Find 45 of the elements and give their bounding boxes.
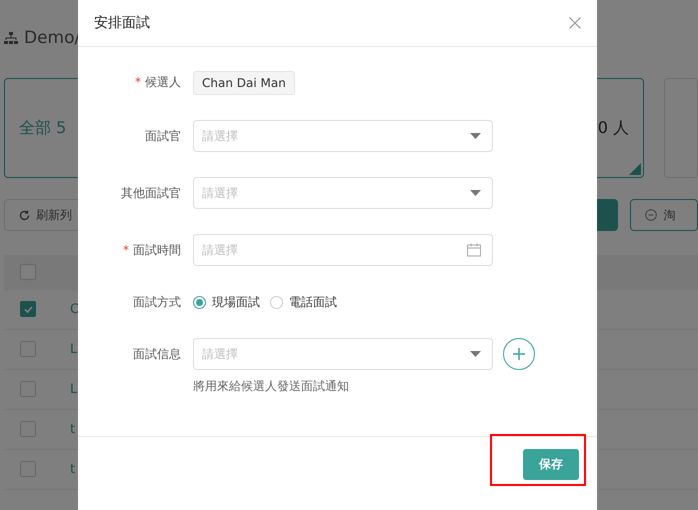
check-icon [24, 306, 32, 312]
table-cell: t [70, 462, 76, 476]
select-field[interactable]: 請選擇 [193, 177, 493, 209]
org-chart-icon [4, 32, 18, 44]
refresh-icon [19, 210, 30, 220]
table-cell: L [70, 382, 78, 396]
field-label: 其他面試官 [121, 185, 181, 202]
close-icon [569, 17, 581, 29]
add-button[interactable] [503, 338, 535, 370]
required-mark: * [123, 242, 129, 259]
corner-triangle-icon [629, 163, 641, 175]
caret-icon [470, 351, 481, 357]
close-button[interactable] [569, 17, 581, 29]
checkbox[interactable] [20, 264, 36, 280]
table-cell: L [70, 342, 78, 356]
table-cell: t [70, 422, 76, 436]
count-label: 全部 5 [19, 118, 66, 138]
caret-icon [470, 133, 481, 139]
radio-option[interactable]: 電話面試 [270, 294, 337, 310]
plus-icon [513, 348, 525, 360]
reject-button[interactable]: 淘 [630, 199, 698, 231]
calendar-icon [467, 244, 481, 256]
count-label: 0 人 [598, 118, 629, 138]
checkbox[interactable] [20, 421, 36, 437]
checkbox[interactable] [20, 461, 36, 477]
checkbox[interactable] [20, 381, 36, 397]
caret-icon [470, 190, 481, 196]
field-label: 面試信息 [133, 346, 181, 363]
radio-option[interactable]: 現場面試 [193, 294, 260, 310]
breadcrumb: Demo/ [24, 28, 80, 48]
checkbox[interactable] [20, 341, 36, 357]
date-field[interactable]: 請選擇 [193, 234, 493, 266]
save-button[interactable]: 保存 [523, 449, 579, 480]
dialog-title: 安排面試 [94, 14, 150, 32]
field-label: 面試時間 [133, 242, 181, 259]
candidate-tag: Chan Dai Man [193, 71, 295, 95]
select-field[interactable]: 請選擇 [193, 120, 493, 152]
required-mark: * [135, 74, 141, 91]
field-label: 面試官 [145, 128, 181, 145]
field-label: 面試方式 [133, 294, 181, 311]
field-label: 候選人 [145, 74, 181, 91]
hint-text: 將用來給候選人發送面試通知 [193, 378, 350, 395]
select-field[interactable]: 請選擇 [193, 338, 493, 370]
minus-circle-icon [645, 209, 658, 221]
checkbox[interactable] [20, 301, 36, 317]
